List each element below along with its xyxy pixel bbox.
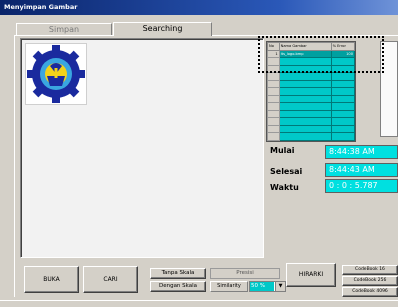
mulai-label: Mulai bbox=[270, 146, 295, 155]
similarity-select[interactable]: 50 % ▼ bbox=[249, 281, 286, 292]
buka-button[interactable]: BUKA bbox=[24, 266, 79, 293]
table-row-empty[interactable] bbox=[267, 117, 355, 126]
codebook-4096-button[interactable]: CodeBook 4096 bbox=[342, 287, 398, 297]
status-bar bbox=[0, 300, 398, 307]
table-row-empty[interactable] bbox=[267, 124, 355, 133]
tab-searching[interactable]: Searching bbox=[113, 22, 212, 36]
similarity-value: 50 % bbox=[250, 282, 274, 291]
main-window: Menyimpan Gambar Simpan Searching No Nam… bbox=[0, 0, 398, 307]
codebook-16-button[interactable]: CodeBook 16 bbox=[342, 265, 398, 275]
image-preview bbox=[20, 38, 264, 258]
cari-button[interactable]: CARI bbox=[83, 266, 138, 293]
hirarki-button[interactable]: HIRARKI bbox=[286, 263, 336, 287]
tanpa-skala-button[interactable]: Tanpa Skala bbox=[150, 268, 206, 279]
table-row-empty[interactable] bbox=[267, 72, 355, 81]
table-row-empty[interactable] bbox=[267, 132, 355, 141]
waktu-label: Waktu bbox=[270, 183, 299, 192]
waktu-duration-field: 0 : 0 : 5.787 bbox=[325, 179, 398, 193]
table-row-empty[interactable] bbox=[267, 79, 355, 88]
similarity-label: Similarity bbox=[210, 281, 248, 292]
window-title: Menyimpan Gambar bbox=[0, 0, 398, 15]
table-row-empty[interactable] bbox=[267, 94, 355, 103]
mulai-time-field: 8:44:38 AM bbox=[325, 145, 398, 159]
table-row-empty[interactable] bbox=[267, 87, 355, 96]
dengan-skala-button[interactable]: Dengan Skala bbox=[150, 281, 206, 292]
chevron-down-icon[interactable]: ▼ bbox=[275, 282, 285, 291]
presisi-label: Presisi bbox=[210, 268, 280, 279]
codebook-256-button[interactable]: CodeBook 256 bbox=[342, 276, 398, 286]
selesai-label: Selesai bbox=[270, 167, 303, 176]
table-row-empty[interactable] bbox=[267, 102, 355, 111]
its-logo-icon bbox=[25, 43, 87, 105]
table-row-empty[interactable] bbox=[267, 109, 355, 118]
selesai-time-field: 8:44:43 AM bbox=[325, 163, 398, 177]
selection-highlight bbox=[258, 36, 384, 73]
